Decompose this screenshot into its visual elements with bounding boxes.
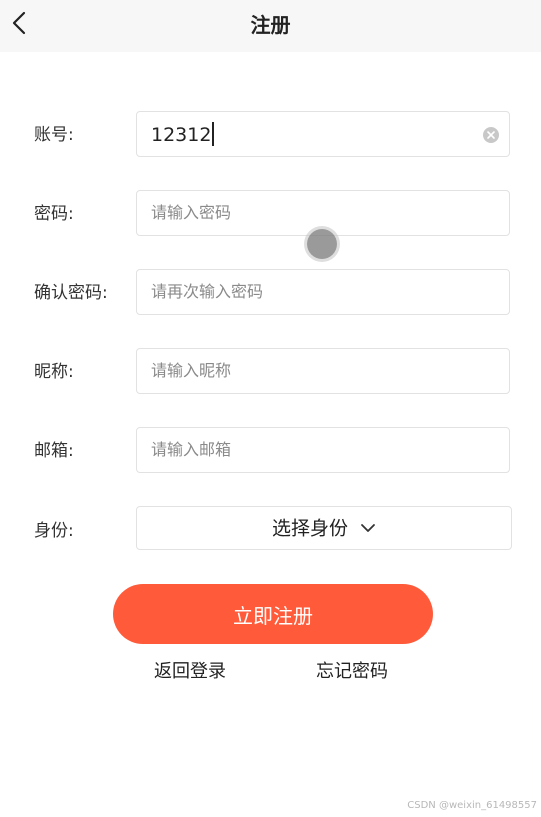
register-button[interactable]: 立即注册 [113,584,433,644]
text-cursor [212,122,214,146]
identity-select[interactable]: 选择身份 [136,506,512,550]
identity-selected-value: 选择身份 [271,517,348,540]
password-label: 密码: [34,204,74,224]
clear-circle-icon [487,131,495,139]
password-row: 密码: [0,190,541,238]
confirm-password-input[interactable] [151,270,471,314]
account-row: 账号: 12312 [0,111,541,159]
confirm-password-field-box [136,269,510,315]
email-label: 邮箱: [34,441,74,461]
chevron-down-icon [361,523,375,532]
identity-row: 身份: 选择身份 [0,506,541,554]
email-input[interactable] [151,428,471,472]
account-value: 12312 [151,112,214,156]
watermark: CSDN @weixin_61498557 [407,800,537,811]
nickname-label: 昵称: [34,362,74,382]
touch-indicator [307,229,337,259]
back-to-login-link[interactable]: 返回登录 [154,658,226,686]
confirm-password-label: 确认密码: [34,283,108,303]
identity-label: 身份: [34,521,74,541]
clear-button[interactable] [483,127,499,143]
account-input[interactable]: 12312 [136,111,510,157]
nickname-input[interactable] [151,349,471,393]
email-field-box [136,427,510,473]
forgot-password-link[interactable]: 忘记密码 [316,658,388,686]
account-label: 账号: [34,125,74,145]
confirm-password-row: 确认密码: [0,269,541,317]
nickname-row: 昵称: [0,348,541,396]
page-title: 注册 [250,13,291,37]
nickname-field-box [136,348,510,394]
email-row: 邮箱: [0,427,541,475]
top-bar: 注册 [0,0,541,52]
password-input[interactable] [151,191,471,235]
